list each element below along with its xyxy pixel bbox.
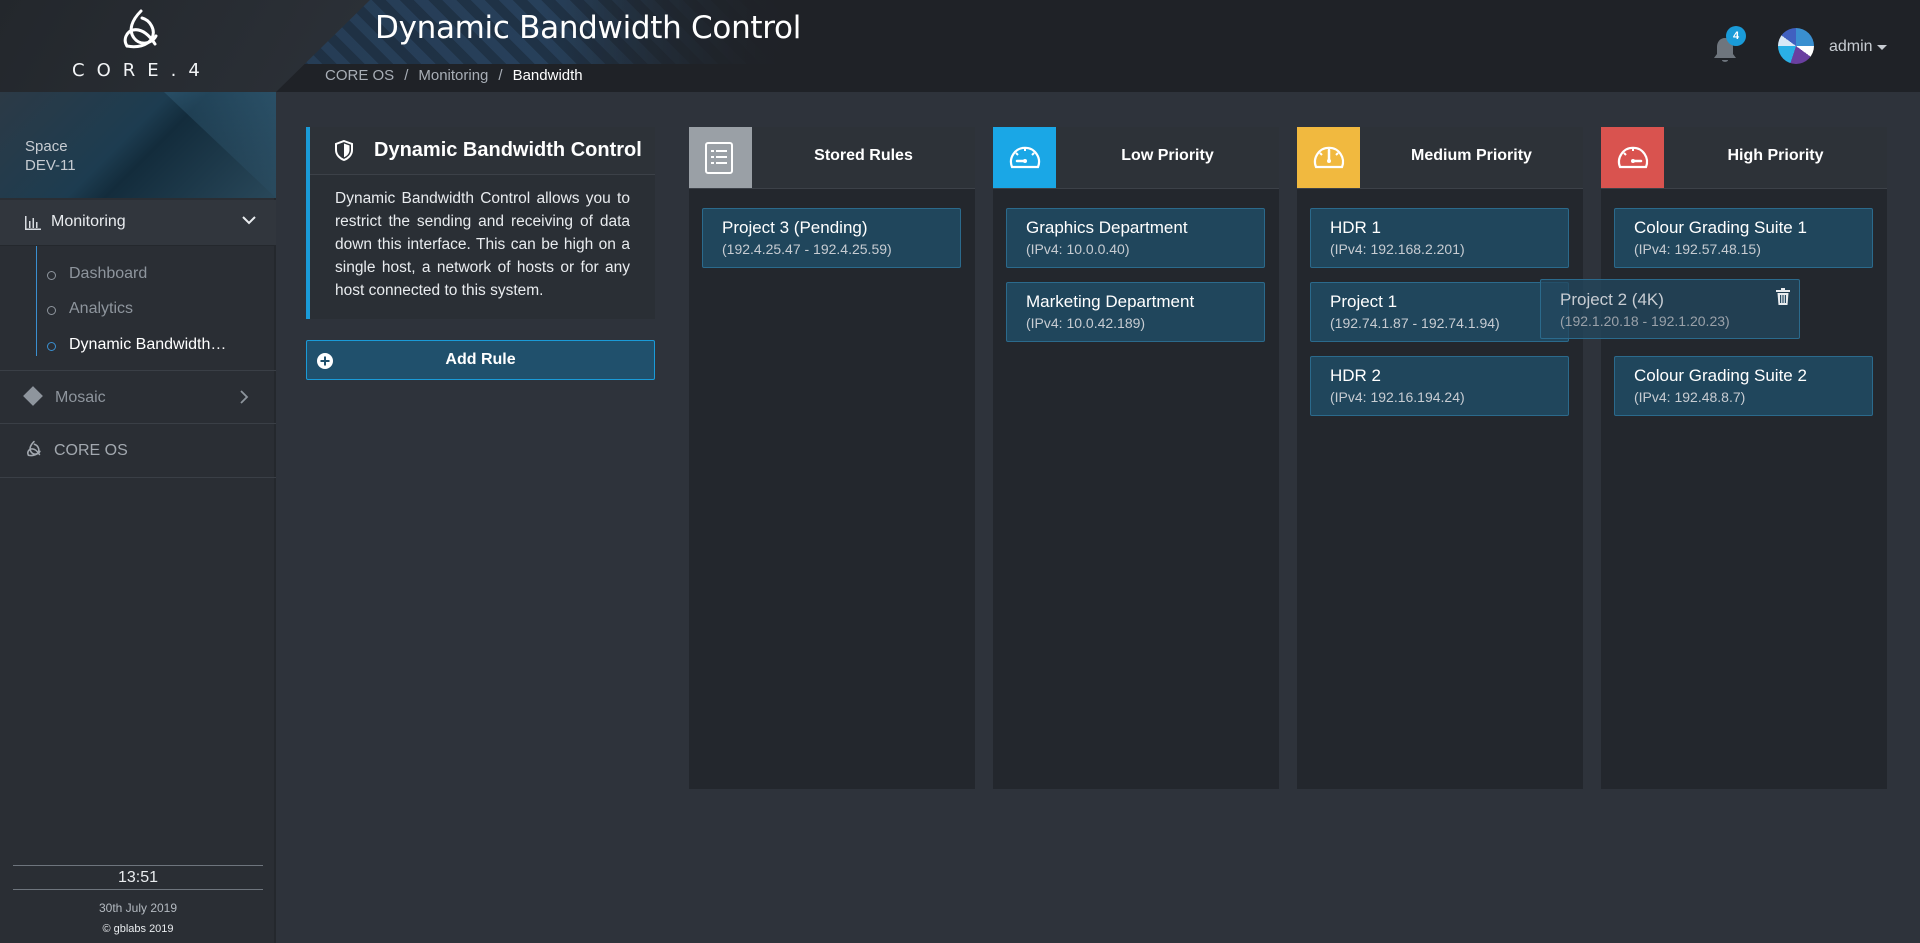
rule-card[interactable]: Graphics Department (IPv4: 10.0.0.40)	[1006, 208, 1265, 268]
info-card: Dynamic Bandwidth Control Dynamic Bandwi…	[306, 127, 655, 319]
date: 30th July 2019	[98, 901, 178, 915]
trash-icon[interactable]	[1776, 288, 1790, 305]
column-icon-tile	[1297, 127, 1360, 188]
column-stored-rules: Stored Rules Project 3 (Pending) (192.4.…	[689, 127, 975, 789]
breadcrumb-coreos[interactable]: CORE OS	[325, 67, 394, 84]
chevron-down-icon[interactable]	[1877, 45, 1887, 50]
diamond-icon	[23, 386, 43, 406]
space-value: DEV-11	[25, 157, 76, 174]
sidebar-item-label: CORE OS	[54, 442, 128, 459]
column-title: Low Priority	[1121, 147, 1214, 164]
sidebar-footer: 13:51 30th July 2019 © gblabs 2019	[13, 865, 263, 935]
clock: 13:51	[13, 865, 263, 890]
info-description: Dynamic Bandwidth Control allows you to …	[335, 190, 630, 299]
sidebar: Space DEV-11 Monitoring Dashboard Analyt…	[0, 92, 276, 943]
column-title: High Priority	[1727, 147, 1824, 164]
copyright: © gblabs 2019	[102, 923, 174, 935]
speedometer-icon	[1617, 146, 1649, 169]
breadcrumb: CORE OS / Monitoring / Bandwidth	[325, 67, 583, 84]
space-selector[interactable]: Space DEV-11	[0, 92, 276, 198]
column-icon-tile	[993, 127, 1056, 188]
rule-card[interactable]: Marketing Department (IPv4: 10.0.42.189)	[1006, 282, 1265, 342]
speedometer-icon	[1009, 146, 1041, 169]
dragging-rule-card[interactable]: Project 2 (4K) (192.1.20.18 - 192.1.20.2…	[1540, 279, 1800, 339]
info-title: Dynamic Bandwidth Control	[374, 139, 642, 161]
breadcrumb-monitoring[interactable]: Monitoring	[418, 67, 488, 84]
rule-card[interactable]: HDR 2 (IPv4: 192.16.194.24)	[1310, 356, 1569, 416]
column-icon-tile	[689, 127, 752, 188]
sidebar-item-label: Monitoring	[51, 213, 126, 230]
brand-name: CORE.4	[72, 60, 212, 81]
core-logo-icon[interactable]	[118, 8, 164, 52]
rule-card[interactable]: Colour Grading Suite 1 (IPv4: 192.57.48.…	[1614, 208, 1873, 268]
column-title: Stored Rules	[814, 147, 913, 164]
chevron-down-icon[interactable]	[242, 216, 256, 225]
rule-card[interactable]: Project 3 (Pending) (192.4.25.47 - 192.4…	[702, 208, 961, 268]
list-icon	[705, 142, 733, 174]
column-high-priority: High Priority Colour Grading Suite 1 (IP…	[1601, 127, 1887, 789]
column-title: Medium Priority	[1411, 147, 1532, 164]
rule-card[interactable]: Colour Grading Suite 2 (IPv4: 192.48.8.7…	[1614, 356, 1873, 416]
sidebar-item-coreos[interactable]: CORE OS	[0, 424, 276, 478]
user-menu[interactable]: admin	[1829, 38, 1873, 56]
speedometer-icon	[1313, 146, 1345, 169]
avatar[interactable]	[1778, 28, 1814, 64]
add-rule-button[interactable]: Add Rule	[306, 340, 655, 380]
page-title: Dynamic Bandwidth Control	[375, 10, 802, 46]
core-logo-icon	[27, 440, 41, 457]
chevron-right-icon[interactable]	[240, 390, 249, 404]
column-icon-tile	[1601, 127, 1664, 188]
sidebar-item-label: Mosaic	[55, 389, 106, 406]
bar-chart-icon	[25, 216, 41, 230]
column-medium-priority: Medium Priority HDR 1 (IPv4: 192.168.2.2…	[1297, 127, 1583, 789]
rule-card[interactable]: Project 1 (192.74.1.87 - 192.74.1.94)	[1310, 282, 1569, 342]
sidebar-item-monitoring[interactable]: Monitoring	[0, 200, 276, 246]
shield-icon	[335, 140, 353, 161]
notification-badge[interactable]: 4	[1726, 26, 1746, 46]
sidebar-item-mosaic[interactable]: Mosaic	[0, 370, 276, 424]
space-label: Space	[25, 138, 68, 155]
column-low-priority: Low Priority Graphics Department (IPv4: …	[993, 127, 1279, 789]
breadcrumb-bandwidth: Bandwidth	[512, 67, 583, 84]
rule-card[interactable]: HDR 1 (IPv4: 192.168.2.201)	[1310, 208, 1569, 268]
